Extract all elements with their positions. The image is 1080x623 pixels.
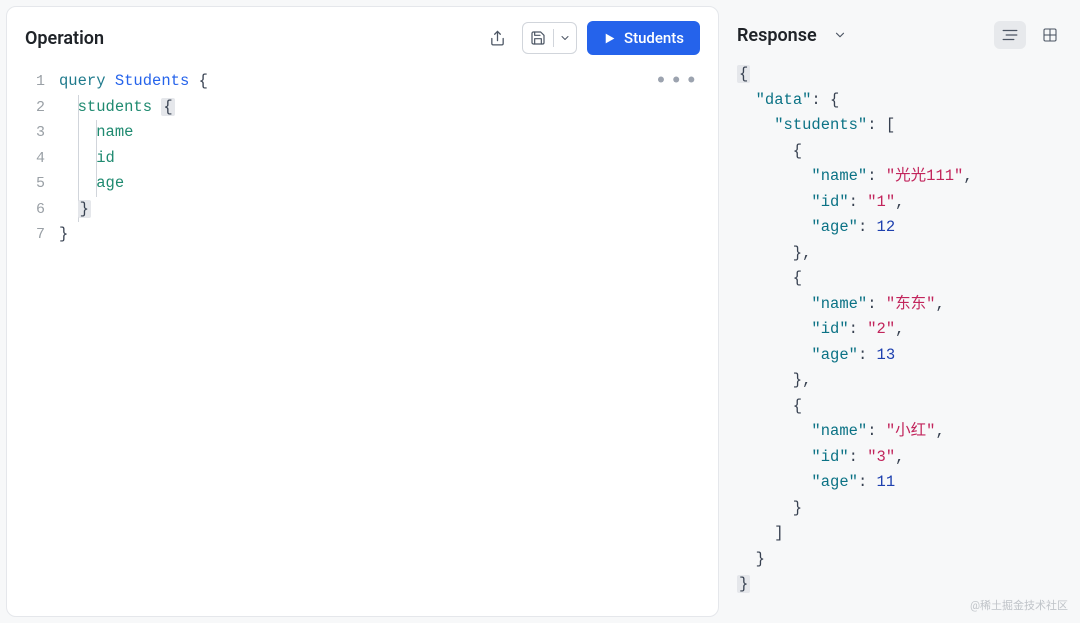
table-view-button[interactable] (1034, 21, 1066, 49)
ellipsis-icon: ••• (654, 69, 700, 94)
chevron-down-icon (559, 32, 571, 44)
line-number: 1 (7, 69, 45, 95)
play-icon (603, 32, 616, 45)
response-panel: Response { "data": { "students": [ { "na… (733, 6, 1080, 617)
response-body[interactable]: { "data": { "students": [ { "name": "光光1… (733, 62, 1070, 617)
save-menu-button[interactable] (554, 23, 576, 53)
json-view-button[interactable] (994, 21, 1026, 49)
chevron-down-icon (833, 28, 847, 42)
line-number: 7 (7, 222, 45, 248)
line-number-gutter: 1 2 3 4 5 6 7 (7, 69, 59, 616)
code-editor[interactable]: 1 2 3 4 5 6 7 query Students { students … (7, 65, 718, 616)
line-number: 6 (7, 197, 45, 223)
table-view-icon (1042, 27, 1058, 43)
json-view-icon (1001, 28, 1019, 42)
line-number: 5 (7, 171, 45, 197)
line-number: 4 (7, 146, 45, 172)
response-title: Response (737, 25, 817, 46)
operation-title: Operation (25, 28, 104, 49)
watermark: @稀土掘金技术社区 (970, 597, 1068, 613)
more-options-button[interactable]: ••• (654, 71, 700, 93)
app-root: Operation Students (0, 0, 1080, 623)
operation-toolbar (482, 23, 512, 53)
save-button[interactable] (523, 23, 553, 53)
operation-panel: Operation Students (6, 6, 719, 617)
line-number: 3 (7, 120, 45, 146)
response-collapse-button[interactable] (825, 20, 855, 50)
run-button-label: Students (624, 29, 684, 47)
operation-header: Operation Students (7, 7, 718, 65)
share-icon (489, 30, 506, 47)
run-button[interactable]: Students (587, 21, 700, 55)
save-button-group (522, 22, 577, 54)
share-button[interactable] (482, 23, 512, 53)
code-content: query Students { students { name id age … (59, 69, 718, 616)
save-icon (530, 30, 546, 46)
line-number: 2 (7, 95, 45, 121)
response-header: Response (733, 6, 1070, 62)
